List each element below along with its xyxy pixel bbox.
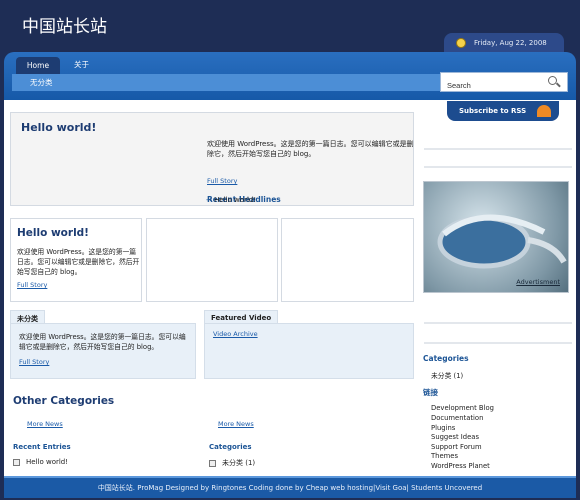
search-box [440,72,568,95]
nav-tabs: Home 关于 [4,52,576,74]
featured-excerpt: 欢迎使用 WordPress。这是您的第一篇日志。您可以编辑它或是删除它，然后开… [207,140,414,158]
sidebar-links-title: 链接 [423,388,438,397]
sidebar-divider [424,342,572,344]
main-content: Hello world! 欢迎使用 WordPress。这是您的第一篇日志。您可… [4,100,576,476]
sidebar-category-item[interactable]: 未分类 (1) [431,370,463,380]
featured-post: Hello world! 欢迎使用 WordPress。这是您的第一篇日志。您可… [10,112,414,206]
site-title[interactable]: 中国站长站 [22,12,107,37]
post-column-2 [146,218,278,302]
video-box: Video Archive [204,323,414,379]
rss-icon [537,105,551,117]
tab-about[interactable]: 关于 [74,59,89,70]
post-column-3 [281,218,414,302]
featured-full-story-link[interactable]: Full Story [207,177,237,185]
advertisement-label[interactable]: Advertisment [516,278,560,286]
featured-title[interactable]: Hello world! [21,121,96,134]
headline-label: Hello world! [214,196,257,204]
sidebar-link-item[interactable]: Development Blog [431,404,494,412]
date-badge: Friday, Aug 22, 2008 [444,33,564,53]
category-entry-label: 未分类 (1) [222,459,256,467]
rss-label: Subscribe to RSS [459,107,527,115]
sidebar-link-item[interactable]: Documentation [431,414,483,422]
category-excerpt: 欢迎使用 WordPress。这是您的第一篇日志。您可以编辑它或是删除它，然后开… [19,333,186,351]
category-link[interactable]: 无分类 [30,77,53,88]
footer: 中国站长站. ProMag Designed by Ringtones Codi… [4,476,576,498]
tab-home[interactable]: Home [16,57,60,74]
search-input[interactable] [441,76,537,95]
main-navbar: Home 关于 无分类 [4,52,576,100]
sidebar-divider [424,166,572,168]
recent-entry-item[interactable]: Hello world! [13,458,68,466]
search-icon[interactable] [548,76,557,85]
date-text: Friday, Aug 22, 2008 [474,39,547,47]
category-box: 欢迎使用 WordPress。这是您的第一篇日志。您可以编辑它或是删除它，然后开… [10,323,196,379]
recent-entries-title: Recent Entries [13,443,71,451]
sidebar-link-item[interactable]: Themes [431,452,458,460]
sidebar-link-item[interactable]: Support Forum [431,443,482,451]
sidebar-link-item[interactable]: Plugins [431,424,455,432]
category-entry-item[interactable]: 未分类 (1) [209,458,255,468]
post-title[interactable]: Hello world! [17,227,89,239]
categories-title: Categories [209,443,252,451]
video-archive-link[interactable]: Video Archive [213,330,258,338]
more-news-link-right[interactable]: More News [218,420,254,428]
category-full-story-link[interactable]: Full Story [19,358,49,366]
post-full-story-link[interactable]: Full Story [17,281,47,289]
sidebar-divider [424,322,572,324]
headline-item[interactable]: → Hello world! [206,196,256,204]
sidebar-categories-title: Categories [423,354,469,363]
sidebar-link-item[interactable]: Suggest Ideas [431,433,479,441]
tab-featured-video[interactable]: Featured Video [204,310,279,324]
other-categories-title: Other Categories [13,395,115,407]
bullet-icon [209,459,216,467]
post-column-1: Hello world! 欢迎使用 WordPress。这是您的第一篇日志。您可… [10,218,142,302]
more-news-link-left[interactable]: More News [27,420,63,428]
post-excerpt: 欢迎使用 WordPress。这是您的第一篇日志。您可以编辑它或是删除它，然后开… [17,248,140,276]
sidebar-link-item[interactable]: WordPress Planet [431,462,490,470]
clock-icon [456,38,466,48]
arrow-icon: → [206,196,215,204]
sidebar-divider [424,148,572,150]
bullet-icon [13,458,20,466]
tab-uncategorized[interactable]: 未分类 [10,310,45,324]
subscribe-rss-button[interactable]: Subscribe to RSS [447,101,559,121]
advertisement-image[interactable]: Advertisment [423,181,569,293]
sunglasses-icon [437,214,567,269]
recent-entry-label: Hello world! [26,458,69,466]
